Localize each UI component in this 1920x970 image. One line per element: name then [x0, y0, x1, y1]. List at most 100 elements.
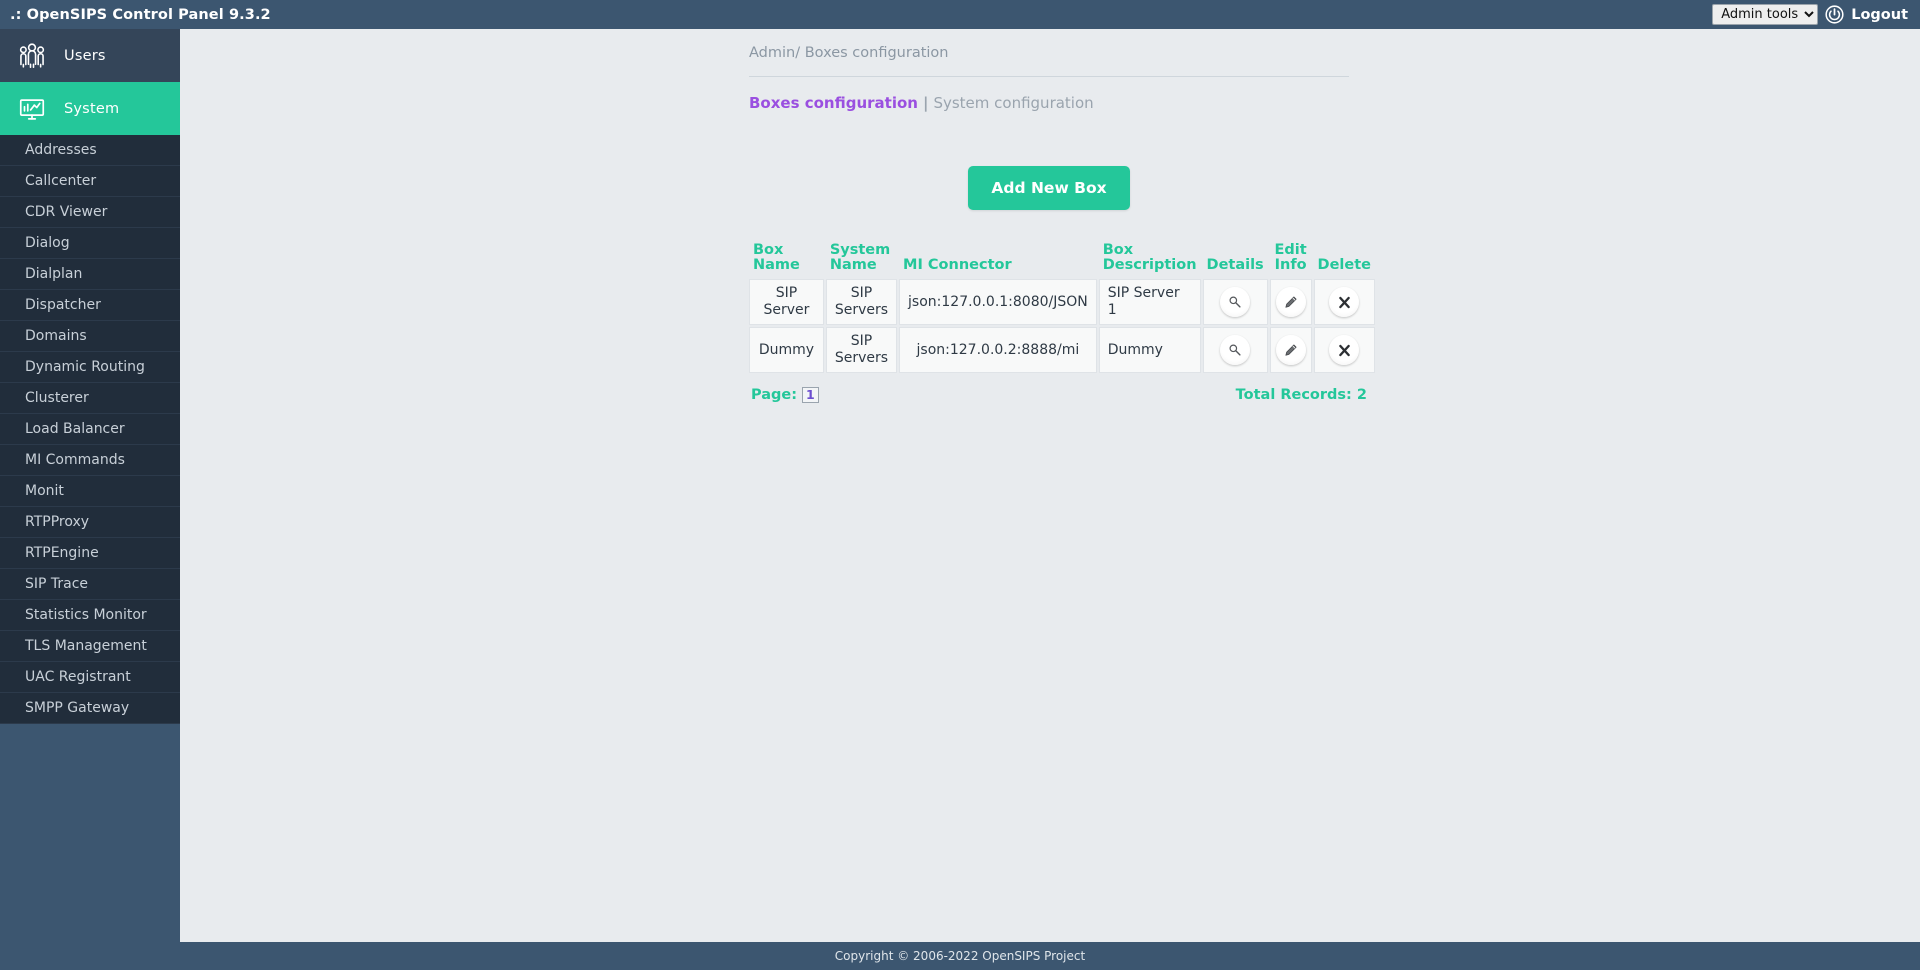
sidebar-item-label: SMPP Gateway — [25, 700, 130, 716]
sidebar-item-dialplan[interactable]: Dialplan — [0, 259, 180, 290]
cell-box-name: SIP Server — [749, 279, 824, 325]
table-row: Dummy SIP Servers json:127.0.0.2:8888/mi… — [749, 327, 1375, 373]
cell-delete-action — [1313, 279, 1375, 325]
cell-details-action — [1202, 327, 1268, 373]
sidebar-item-label: Dynamic Routing — [25, 359, 145, 375]
sidebar-item-system[interactable]: System — [0, 82, 180, 135]
cell-mi-connector: json:127.0.0.1:8080/JSON — [899, 279, 1097, 325]
edit-info-button[interactable] — [1275, 287, 1306, 317]
delete-button[interactable] — [1329, 335, 1360, 365]
sidebar-item-clusterer[interactable]: Clusterer — [0, 383, 180, 414]
tab-divider: | — [922, 94, 929, 112]
sidebar-item-label: Clusterer — [25, 390, 89, 406]
sidebar-item-label: SIP Trace — [25, 576, 89, 592]
sidebar-item-sip-trace[interactable]: SIP Trace — [0, 569, 180, 600]
sidebar-item-rtpproxy[interactable]: RTPProxy — [0, 507, 180, 538]
sidebar-item-mi-commands[interactable]: MI Commands — [0, 445, 180, 476]
sidebar-item-tls-management[interactable]: TLS Management — [0, 631, 180, 662]
cell-box-description: SIP Server 1 — [1098, 279, 1201, 325]
sidebar-item-label: Domains — [25, 328, 87, 344]
sidebar-item-label: Dialplan — [25, 266, 83, 282]
pager-row: Page: 1 Total Records: 2 — [749, 387, 1379, 403]
details-button[interactable] — [1220, 287, 1251, 317]
cross-icon — [1337, 295, 1352, 310]
table-row: SIP Server SIP Servers json:127.0.0.1:80… — [749, 279, 1375, 325]
tab-system-configuration[interactable]: System configuration — [933, 94, 1093, 112]
sidebar-item-label: Monit — [25, 483, 64, 499]
edit-info-button[interactable] — [1275, 335, 1306, 365]
sidebar-item-label: Dialog — [25, 235, 70, 251]
sidebar-item-label: UAC Registrant — [25, 669, 131, 685]
sidebar-item-label: Callcenter — [25, 173, 97, 189]
power-icon[interactable] — [1825, 5, 1844, 24]
breadcrumb: Admin/ Boxes configuration — [749, 45, 1349, 77]
cell-box-name: Dummy — [749, 327, 824, 373]
sidebar-empty-area — [0, 724, 180, 946]
sidebar-item-uac-registrant[interactable]: UAC Registrant — [0, 662, 180, 693]
app-title: .: OpenSIPS Control Panel 9.3.2 — [10, 6, 271, 23]
cell-edit-action — [1269, 279, 1312, 325]
header-right-controls: Admin tools Logout — [1712, 0, 1912, 29]
sidebar-item-load-balancer[interactable]: Load Balancer — [0, 414, 180, 445]
sidebar-item-label: Addresses — [25, 142, 97, 158]
sidebar-item-dispatcher[interactable]: Dispatcher — [0, 290, 180, 321]
cell-edit-action — [1269, 327, 1312, 373]
cell-delete-action — [1313, 327, 1375, 373]
sidebar-item-addresses[interactable]: Addresses — [0, 135, 180, 166]
column-header-edit-info: Edit Info — [1274, 242, 1307, 273]
column-header-box-name: Box Name — [753, 242, 800, 273]
sidebar-item-label: MI Commands — [25, 452, 125, 468]
cell-system-name: SIP Servers — [825, 279, 898, 325]
cell-mi-connector: json:127.0.0.2:8888/mi — [899, 327, 1097, 373]
sidebar-item-label: Dispatcher — [25, 297, 101, 313]
cell-system-name: SIP Servers — [825, 327, 898, 373]
sidebar-item-statistics-monitor[interactable]: Statistics Monitor — [0, 600, 180, 631]
sidebar-item-label: TLS Management — [25, 638, 147, 654]
footer: Copyright © 2006-2022 OpenSIPS Project — [0, 942, 1920, 970]
details-button[interactable] — [1220, 335, 1251, 365]
cell-details-action — [1202, 279, 1268, 325]
page-number-1[interactable]: 1 — [802, 387, 819, 403]
column-header-system-name: System Name — [829, 242, 891, 273]
table-header-row: Box Name System Name MI Connector Box De… — [749, 243, 1375, 277]
sub-navigation-tabs: Boxes configuration | System configuration — [749, 77, 1349, 112]
top-header-bar: .: OpenSIPS Control Panel 9.3.2 Admin to… — [0, 0, 1920, 29]
pencil-icon — [1283, 343, 1298, 358]
sidebar: Users System Addresses Callcenter CDR Vi… — [0, 29, 180, 970]
sidebar-item-users[interactable]: Users — [0, 29, 180, 82]
sidebar-item-smpp-gateway[interactable]: SMPP Gateway — [0, 693, 180, 724]
add-new-box-button[interactable]: Add New Box — [968, 166, 1130, 210]
sidebar-item-rtpengine[interactable]: RTPEngine — [0, 538, 180, 569]
sidebar-item-callcenter[interactable]: Callcenter — [0, 166, 180, 197]
pager-left: Page: 1 — [751, 387, 819, 403]
main-content: Admin/ Boxes configuration Boxes configu… — [180, 29, 1920, 942]
magnifier-icon — [1228, 295, 1242, 309]
users-icon — [17, 41, 47, 71]
column-header-delete: Delete — [1317, 257, 1371, 273]
sidebar-item-dynamic-routing[interactable]: Dynamic Routing — [0, 352, 180, 383]
sidebar-item-monit[interactable]: Monit — [0, 476, 180, 507]
copyright-text: Copyright © 2006-2022 OpenSIPS Project — [834, 949, 1086, 963]
sidebar-item-label: Statistics Monitor — [25, 607, 147, 623]
total-records-label: Total Records: 2 — [1235, 387, 1367, 403]
sidebar-item-users-label: Users — [64, 47, 106, 64]
cell-box-description: Dummy — [1098, 327, 1201, 373]
sidebar-item-label: CDR Viewer — [25, 204, 108, 220]
column-header-box-description: Box Description — [1102, 242, 1197, 273]
sidebar-item-dialog[interactable]: Dialog — [0, 228, 180, 259]
magnifier-icon — [1228, 343, 1242, 357]
sidebar-item-cdr-viewer[interactable]: CDR Viewer — [0, 197, 180, 228]
delete-button[interactable] — [1329, 287, 1360, 317]
logout-link[interactable]: Logout — [1851, 7, 1912, 23]
column-header-mi-connector: MI Connector — [903, 257, 1012, 273]
tab-boxes-configuration[interactable]: Boxes configuration — [749, 94, 918, 112]
sidebar-item-domains[interactable]: Domains — [0, 321, 180, 352]
admin-tools-dropdown[interactable]: Admin tools — [1712, 4, 1819, 25]
page-label: Page: — [751, 387, 798, 403]
boxes-configuration-table: Box Name System Name MI Connector Box De… — [747, 241, 1377, 375]
column-header-details: Details — [1206, 257, 1264, 273]
sidebar-item-label: RTPEngine — [25, 545, 99, 561]
sidebar-menu: Users System Addresses Callcenter CDR Vi… — [0, 29, 180, 724]
sidebar-item-label: Load Balancer — [25, 421, 125, 437]
cross-icon — [1337, 343, 1352, 358]
